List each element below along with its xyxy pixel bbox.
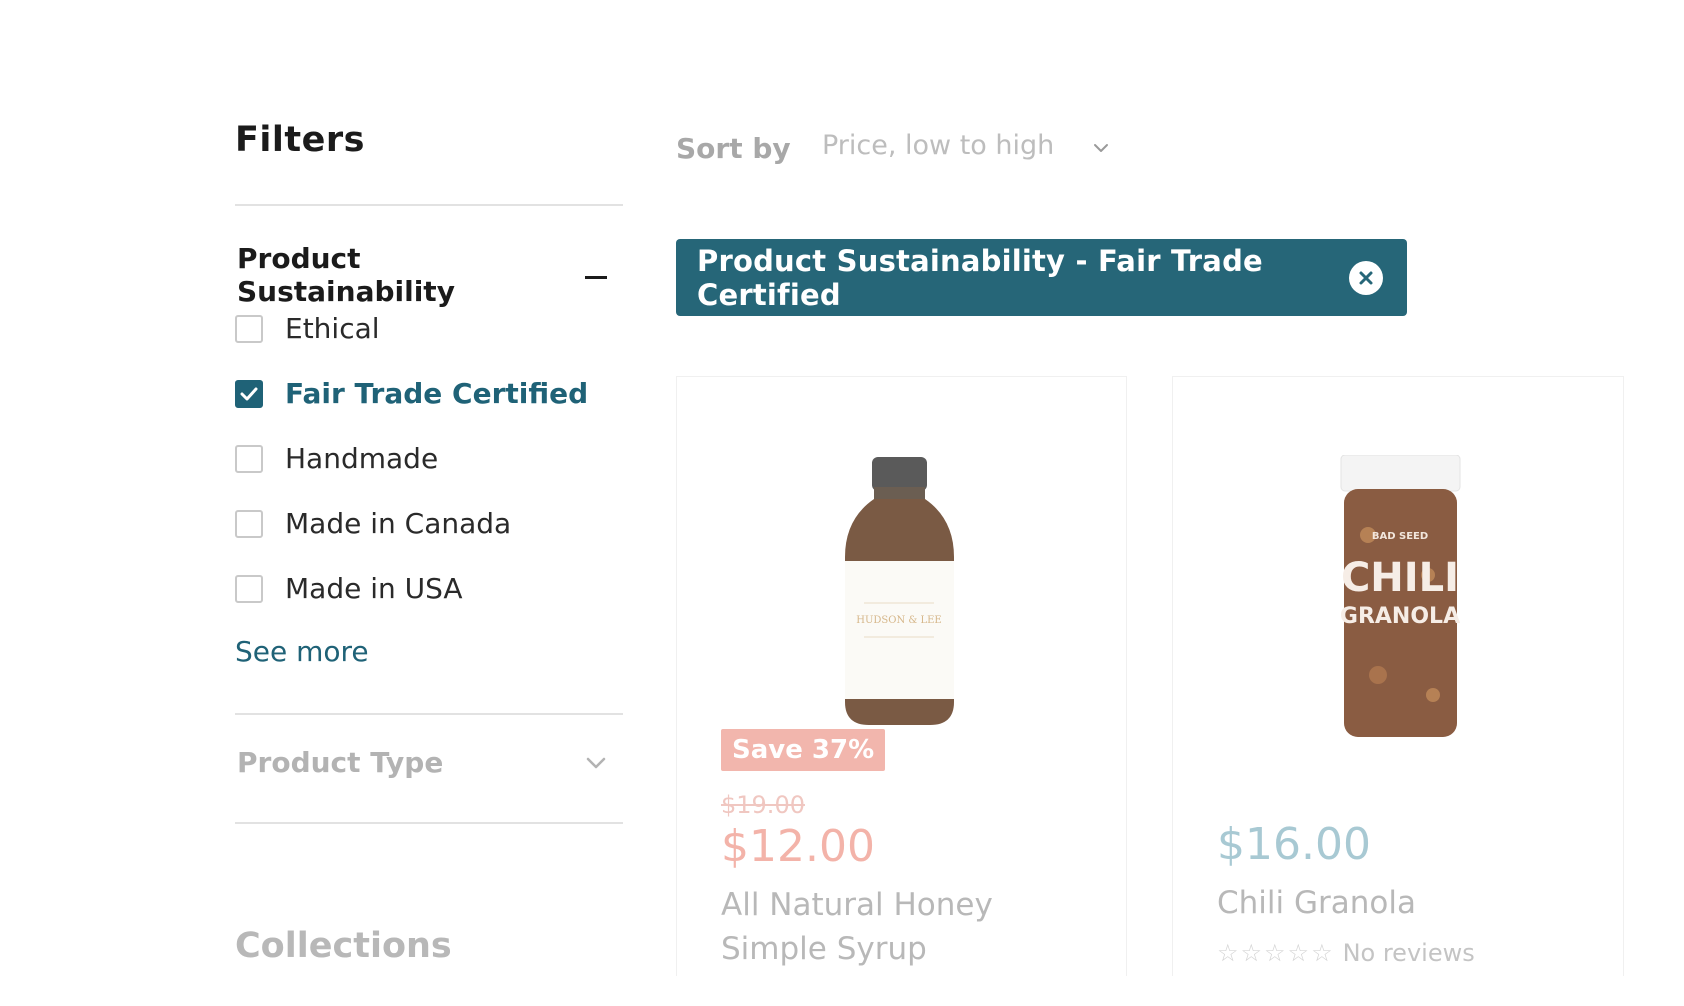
save-badge: Save 37% bbox=[721, 729, 886, 771]
sort-label: Sort by bbox=[676, 132, 791, 165]
sale-price: $12.00 bbox=[721, 821, 875, 872]
active-filter-label: Product Sustainability - Fair Trade Cert… bbox=[697, 243, 1263, 312]
compare-at-price: $19.00 bbox=[721, 791, 805, 819]
checkbox-handmade[interactable] bbox=[235, 444, 263, 473]
bottle-label-text: HUDSON & LEE bbox=[856, 615, 941, 626]
rating-stars: ☆ ☆ ☆ ☆ ☆ No reviews bbox=[1217, 939, 1475, 967]
product-title-link[interactable]: Chili Granola bbox=[1217, 881, 1597, 925]
checkbox-fair-trade[interactable] bbox=[235, 379, 263, 408]
remove-filter-close-icon[interactable] bbox=[1349, 261, 1383, 295]
jar-subtitle-text: GRANOLA bbox=[1340, 604, 1460, 629]
sustainability-section-toggle[interactable]: Product Sustainability bbox=[237, 242, 607, 308]
chevron-down-icon bbox=[1094, 143, 1109, 152]
sort-select[interactable]: Price, low to high bbox=[822, 130, 1110, 161]
checkbox-made-in-usa[interactable] bbox=[235, 574, 263, 603]
review-count: No reviews bbox=[1342, 939, 1475, 967]
filter-option-made-in-canada[interactable]: Made in Canada bbox=[235, 507, 511, 540]
filters-title: Filters bbox=[235, 120, 365, 160]
product-price: $16.00 bbox=[1217, 819, 1371, 870]
collapse-minus-icon[interactable] bbox=[585, 275, 607, 279]
product-card[interactable]: BAD SEED CHILI GRANOLA $16.00 Chili Gran… bbox=[1172, 376, 1624, 976]
see-more-link[interactable]: See more bbox=[235, 635, 369, 668]
star-outline-icon: ☆ bbox=[1240, 939, 1263, 967]
filter-option-label: Made in USA bbox=[285, 572, 463, 605]
divider bbox=[235, 822, 623, 824]
star-outline-icon: ☆ bbox=[1287, 939, 1310, 967]
product-type-label: Product Type bbox=[237, 746, 444, 779]
star-outline-icon: ☆ bbox=[1217, 939, 1239, 967]
star-outline-icon: ☆ bbox=[1264, 939, 1286, 967]
product-image-honey-syrup[interactable]: HUDSON & LEE bbox=[842, 457, 957, 727]
collections-heading: Collections bbox=[235, 926, 452, 966]
check-icon bbox=[240, 387, 258, 400]
filter-option-label: Made in Canada bbox=[285, 507, 512, 540]
chevron-down-icon[interactable] bbox=[585, 756, 607, 770]
filter-option-handmade[interactable]: Handmade bbox=[235, 442, 438, 475]
sustainability-section-label: Product Sustainability bbox=[237, 242, 455, 308]
filter-option-fair-trade[interactable]: Fair Trade Certified bbox=[235, 377, 588, 410]
divider bbox=[235, 713, 623, 715]
filter-option-label: Fair Trade Certified bbox=[285, 377, 589, 410]
jar-title-text: CHILI bbox=[1341, 555, 1459, 601]
filters-sidebar: Filters Product Sustainability Ethical F… bbox=[235, 120, 623, 966]
filter-option-label: Handmade bbox=[285, 442, 439, 475]
product-type-section-toggle[interactable]: Product Type bbox=[237, 746, 607, 779]
product-title-link[interactable]: All Natural Honey Simple Syrup bbox=[721, 883, 1101, 971]
jar-brand-text: BAD SEED bbox=[1372, 531, 1428, 542]
checkbox-ethical[interactable] bbox=[235, 314, 263, 343]
filter-option-label: Ethical bbox=[285, 312, 380, 345]
star-outline-icon: ☆ bbox=[1311, 939, 1333, 967]
filter-option-ethical[interactable]: Ethical bbox=[235, 312, 380, 345]
active-filter-chip[interactable]: Product Sustainability - Fair Trade Cert… bbox=[676, 239, 1407, 316]
product-image-chili-granola[interactable]: BAD SEED CHILI GRANOLA bbox=[1338, 455, 1463, 745]
filter-option-made-in-usa[interactable]: Made in USA bbox=[235, 572, 463, 605]
divider bbox=[235, 204, 623, 206]
sort-value: Price, low to high bbox=[822, 130, 1055, 161]
checkbox-made-in-canada[interactable] bbox=[235, 509, 263, 538]
product-card[interactable]: HUDSON & LEE Save 37% $19.00 $12.00 All … bbox=[676, 376, 1127, 976]
